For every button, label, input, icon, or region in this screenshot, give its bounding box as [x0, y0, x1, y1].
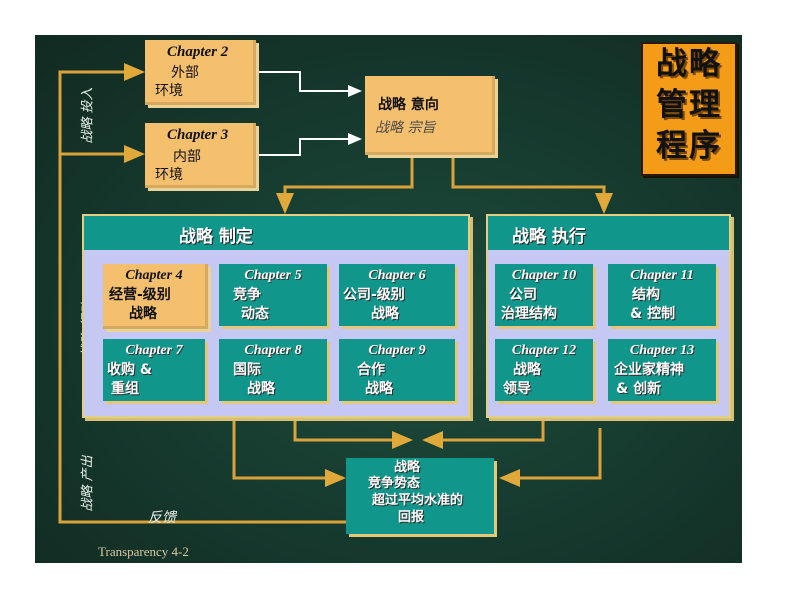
- chapter-line1: 公司: [509, 287, 537, 303]
- chapter-label: Chapter 3: [167, 127, 229, 143]
- chapter-label: Chapter 2: [167, 44, 229, 60]
- chapter-label: Chapter 5: [244, 268, 302, 283]
- mission-label: 战略 宗旨: [375, 120, 436, 136]
- implementation-header: 战略 执行: [488, 216, 729, 250]
- chapter-label: Chapter 7: [125, 343, 183, 358]
- chapter-label: Chapter 9: [368, 343, 426, 358]
- implementation-title: 战略 执行: [512, 227, 586, 247]
- implementation-to-outcome: [499, 428, 602, 487]
- chapter-label: Chapter 12: [511, 343, 577, 358]
- chapter-box: Chapter 5 竞争动态: [219, 264, 327, 326]
- outcome-line-3: 超过平均水准的: [372, 493, 464, 508]
- chapter-box: Chapter 8 国际战略: [219, 339, 327, 401]
- input-box-external: Chapter 2 外部 环境: [145, 40, 256, 105]
- chapter-line1: 公司-级别: [343, 287, 405, 303]
- chapter-box: Chapter 7 收购 & 重组: [103, 339, 205, 401]
- chapter-line1: 合作: [357, 362, 385, 378]
- chapter-line1: 战略: [513, 362, 541, 378]
- chapter-label: Chapter 10: [511, 268, 577, 283]
- formulation-title: 战略 制定: [179, 227, 253, 247]
- label-strategic-inputs: 战略 投入: [80, 87, 96, 144]
- title-line-1: 战略: [656, 46, 722, 82]
- chapter-line2: 动态: [241, 306, 269, 322]
- chapter-box: Chapter 12 战略领导: [495, 339, 593, 401]
- chapter-line2: 战略: [129, 306, 157, 322]
- chapter-label: Chapter 4: [125, 268, 183, 283]
- input-box-internal: Chapter 3 内部 环境: [145, 123, 256, 188]
- formulation-to-outcome: [232, 420, 346, 487]
- chapter-line2: 战略: [247, 381, 275, 397]
- chapter-line2: 重组: [111, 381, 139, 397]
- box-line1: 外部: [171, 65, 199, 81]
- chapter-line2: 战略: [365, 381, 393, 397]
- chapter-line1: 竞争: [233, 287, 261, 303]
- intent-label: 战略 意向: [378, 97, 439, 113]
- chapter-label: Chapter 8: [244, 343, 302, 358]
- box-line1: 内部: [173, 149, 201, 165]
- outcome-line-2: 竞争势态: [368, 476, 421, 491]
- box-line2: 环境: [155, 83, 183, 99]
- outcome-box: 战略 竞争势态 超过平均水准的 回报: [346, 458, 494, 534]
- chapter-line1: 企业家精神: [614, 362, 684, 378]
- formulation-to-center: [293, 420, 413, 449]
- outcome-line-1: 战略: [394, 460, 421, 475]
- chapter-line1: 经营-级别: [109, 287, 171, 303]
- chapter-box: Chapter 9 合作战略: [339, 339, 455, 401]
- internal-to-intent: [256, 133, 362, 156]
- footer-label: Transparency 4-2: [98, 544, 189, 559]
- chapter-label: Chapter 6: [368, 268, 426, 283]
- outcome-line-4: 回报: [398, 510, 425, 525]
- chapter-line2: 战略: [371, 306, 399, 322]
- formulation-header: 战略 制定: [84, 216, 468, 250]
- chapter-line2: & 创新: [616, 381, 662, 397]
- label-strategic-outputs: 战略 产出: [80, 455, 96, 512]
- label-feedback: 反馈: [148, 510, 176, 526]
- chapter-box: Chapter 6 公司-级别战略: [339, 264, 455, 326]
- chapter-box: Chapter 4 经营-级别战略: [103, 264, 208, 329]
- chapter-label: Chapter 11: [630, 268, 694, 283]
- chapter-line1: 收购 &: [107, 362, 153, 378]
- chapter-line1: 国际: [233, 362, 261, 378]
- chapter-box: Chapter 11 结构 & 控制: [608, 264, 716, 326]
- chapter-line2: & 控制: [630, 306, 676, 322]
- title-line-3: 程序: [656, 128, 722, 164]
- chapter-label: Chapter 13: [629, 343, 695, 358]
- chapter-box: Chapter 10 公司治理结构: [495, 264, 593, 326]
- implementation-to-center: [422, 420, 545, 449]
- strategic-intent-box: 战略 意向 战略 宗旨: [365, 76, 495, 155]
- title-line-2: 管理: [656, 87, 722, 123]
- box-line2: 环境: [155, 167, 183, 183]
- chapter-line1: 结构: [632, 287, 660, 303]
- title-box: 战略 管理 程序: [641, 42, 737, 176]
- chapter-line2: 治理结构: [501, 306, 557, 322]
- intent-to-formulation: [276, 156, 414, 214]
- chapter-line2: 领导: [503, 381, 531, 397]
- intent-to-implementation: [451, 156, 613, 214]
- chapter-box: Chapter 13 企业家精神 & 创新: [608, 339, 716, 401]
- external-to-intent: [256, 71, 362, 97]
